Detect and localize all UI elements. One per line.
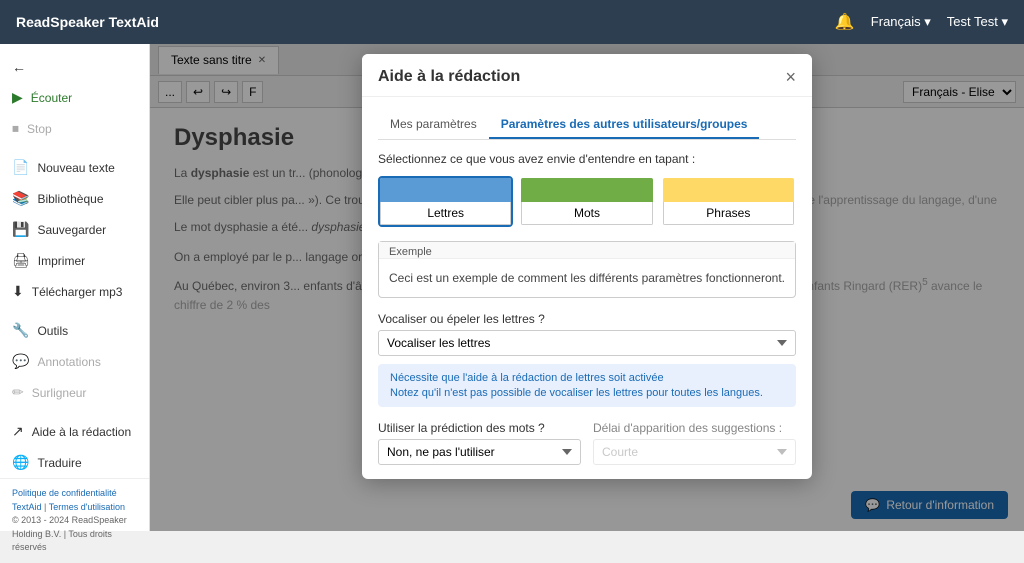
info-box: Nécessite que l'aide à la rédaction de l… [378,364,796,407]
bottom-row: Utiliser la prédiction des mots ? Non, n… [378,421,796,465]
writing-aid-modal: Aide à la rédaction × Mes paramètres Par… [362,54,812,479]
translate-label: Traduire [37,456,81,470]
select-label: Sélectionnez ce que vous avez envie d'en… [378,152,796,166]
words-color-bar [521,178,652,202]
footer-text: Politique de confidentialité TextAid | T… [12,487,137,555]
sidebar-item-save[interactable]: 💾 Sauvegarder [0,214,149,245]
example-label: Exemple [379,242,795,259]
words-label: Mots [521,202,652,225]
example-box: Exemple Ceci est un exemple de comment l… [378,241,796,298]
modal-body: Mes paramètres Paramètres des autres uti… [362,97,812,479]
modal-overlay: Aide à la rédaction × Mes paramètres Par… [150,44,1024,531]
modal-close-button[interactable]: × [785,68,796,86]
letters-label: Lettres [380,202,511,225]
save-label: Sauvegarder [37,223,106,237]
main-layout: ← ▶ Écouter ⏹ Stop 📄 Nouveau texte 📚 Bib… [0,44,1024,531]
phrases-color-bar [663,178,794,202]
sidebar-item-download[interactable]: ⬇ Télécharger mp3 [0,276,149,307]
sidebar-item-listen[interactable]: ▶ Écouter [0,82,149,113]
library-icon: 📚 [12,190,29,207]
sidebar-item-library[interactable]: 📚 Bibliothèque [0,183,149,214]
delay-select: Courte [593,439,796,465]
sidebar-item-print[interactable]: 🖨 Imprimer [0,245,149,276]
new-text-label: Nouveau texte [37,161,114,175]
sidebar-item-annotations: 💬 Annotations [0,346,149,377]
modal-title: Aide à la rédaction [378,68,520,86]
listen-label: Écouter [31,91,72,105]
color-option-letters[interactable]: Lettres [378,176,513,227]
stop-icon: ⏹ [12,120,19,137]
vocalize-label: Vocaliser ou épeler les lettres ? [378,312,796,326]
info-line-2: Notez qu'il n'est pas possible de vocali… [390,387,784,399]
word-prediction-label: Utiliser la prédiction des mots ? [378,421,581,435]
highlighter-label: Surligneur [32,386,87,400]
writing-aid-icon: ↗ [12,423,24,440]
nav-right: 🔔 Français ▾ Test Test ▾ [835,12,1008,32]
word-prediction-select[interactable]: Non, ne pas l'utiliser [378,439,581,465]
back-icon: ← [12,59,26,75]
phrases-label: Phrases [663,202,794,225]
delay-label: Délai d'apparition des suggestions : [593,421,796,435]
letters-color-bar [380,178,511,202]
save-icon: 💾 [12,221,29,238]
top-nav: ReadSpeaker TextAid 🔔 Français ▾ Test Te… [0,0,1024,44]
copyright: © 2013 - 2024 ReadSpeaker Holding B.V. |… [12,515,127,552]
tab-other-params[interactable]: Paramètres des autres utilisateurs/group… [489,111,760,139]
sidebar-item-new-text[interactable]: 📄 Nouveau texte [0,152,149,183]
sidebar-item-writing-aid[interactable]: ↗ Aide à la rédaction [0,416,149,447]
tools-icon: 🔧 [12,322,29,339]
stop-label: Stop [27,122,52,136]
download-label: Télécharger mp3 [32,285,123,299]
user-menu[interactable]: Test Test ▾ [947,14,1008,30]
sidebar: ← ▶ Écouter ⏹ Stop 📄 Nouveau texte 📚 Bib… [0,44,150,531]
sidebar-item-translate[interactable]: 🌐 Traduire [0,447,149,478]
language-selector[interactable]: Français ▾ [871,14,931,30]
library-label: Bibliothèque [37,192,103,206]
color-options: Lettres Mots Phrases [378,176,796,227]
sidebar-item-stop: ⏹ Stop [0,113,149,144]
sidebar-item-back[interactable]: ← [0,52,149,82]
print-label: Imprimer [38,254,85,268]
modal-header: Aide à la rédaction × [362,54,812,97]
delay-field: Délai d'apparition des suggestions : Cou… [593,421,796,465]
annotations-label: Annotations [37,355,100,369]
color-option-words[interactable]: Mots [519,176,654,227]
example-content: Ceci est un exemple de comment les diffé… [379,259,795,297]
modal-tab-bar: Mes paramètres Paramètres des autres uti… [378,111,796,140]
highlighter-icon: ✏ [12,384,24,401]
terms-link[interactable]: Termes d'utilisation [49,502,125,512]
color-option-phrases[interactable]: Phrases [661,176,796,227]
new-text-icon: 📄 [12,159,29,176]
info-line-1: Nécessite que l'aide à la rédaction de l… [390,372,784,384]
tools-label: Outils [37,324,68,338]
content-area: Texte sans titre ✕ ... ↩ ↪ F Français - … [150,44,1024,531]
word-prediction-field: Utiliser la prédiction des mots ? Non, n… [378,421,581,465]
print-icon: 🖨 [12,252,30,269]
translate-icon: 🌐 [12,454,29,471]
annotations-icon: 💬 [12,353,29,370]
sidebar-item-tools[interactable]: 🔧 Outils [0,315,149,346]
writing-aid-label: Aide à la rédaction [32,425,131,439]
sidebar-item-highlighter: ✏ Surligneur [0,377,149,408]
vocalize-select[interactable]: Vocaliser les lettres [378,330,796,356]
notification-bell-icon[interactable]: 🔔 [835,12,855,32]
play-icon: ▶ [12,89,23,106]
tab-my-params[interactable]: Mes paramètres [378,111,489,139]
sidebar-footer: Politique de confidentialité TextAid | T… [0,478,149,563]
download-icon: ⬇ [12,283,24,300]
app-brand: ReadSpeaker TextAid [16,14,159,30]
